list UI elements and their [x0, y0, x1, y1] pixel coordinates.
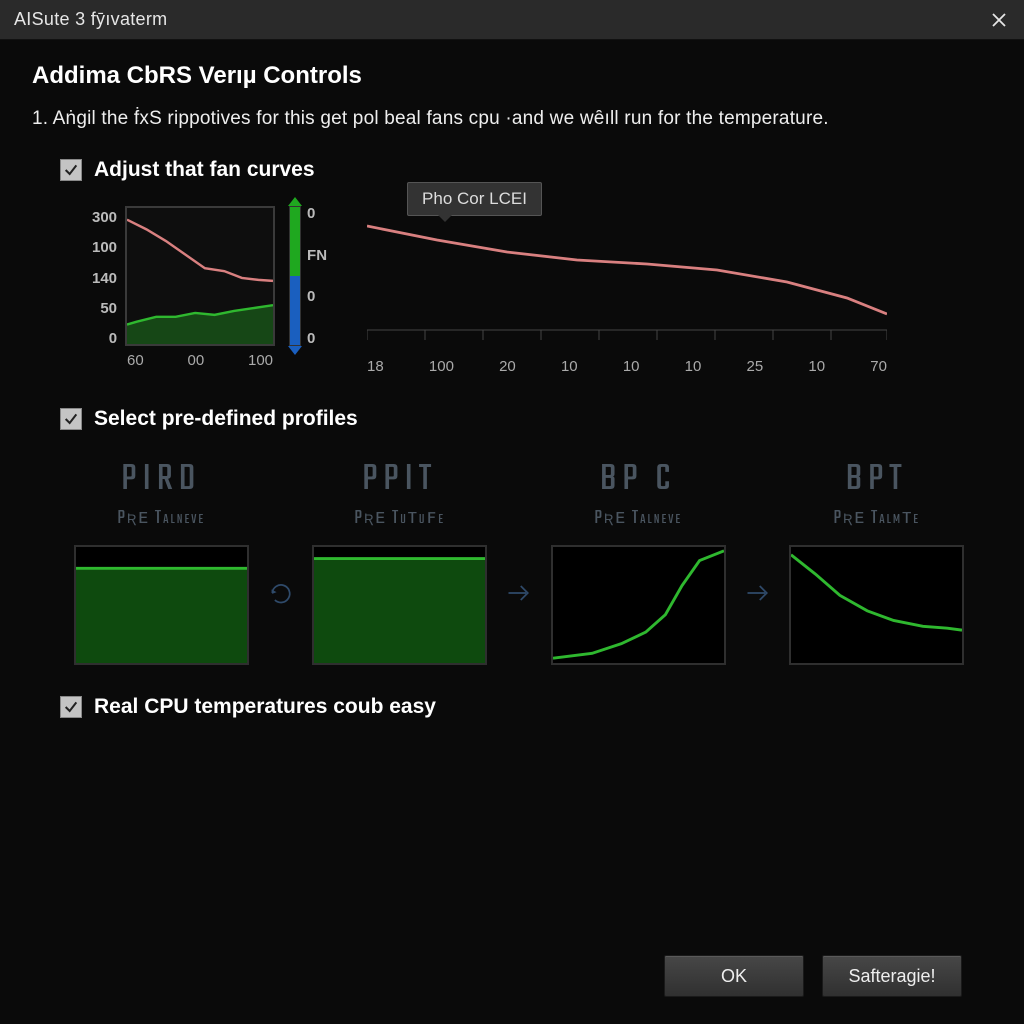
x-tick: 00: [188, 352, 205, 369]
profile-chart: [74, 545, 249, 665]
mini-x-axis: 60 00 100: [125, 352, 275, 369]
close-icon[interactable]: [988, 9, 1010, 31]
x-tick: 10: [685, 358, 702, 375]
x-tick: 70: [870, 358, 887, 375]
instruction-text: 1. Aṅgil the ḟxS rippotives for this get…: [32, 108, 992, 130]
mini-fan-curve-chart[interactable]: [125, 206, 275, 346]
profiles-checkbox[interactable]: [60, 408, 82, 430]
arrow-right-icon[interactable]: [505, 533, 533, 653]
profile-subtitle: Pʀᴇ Tuᴛuꜰe: [354, 504, 445, 533]
realtime-row: Real CPU temperatures coub easy: [60, 695, 992, 719]
profile-list: PIRD Pʀᴇ Talneve PPIT Pʀᴇ Tuᴛuꜰe: [70, 451, 968, 665]
x-tick: 20: [499, 358, 516, 375]
profile-bpc[interactable]: BP C Pʀᴇ Talneve: [547, 451, 730, 665]
content-area: Addima CbRS Verıµ Controls 1. Aṅgil the …: [0, 40, 1024, 1024]
x-tick: 100: [429, 358, 454, 375]
scale-tick: 0: [307, 289, 327, 304]
profiles-label: Select pre-defined profiles: [94, 407, 358, 431]
x-tick: 10: [561, 358, 578, 375]
big-chart-group: Pho Cor LCEI 1: [367, 182, 992, 375]
y-tick: 140: [92, 271, 117, 286]
scale-labels: 0 FN 0 0: [307, 206, 327, 346]
cancel-button[interactable]: Safteragie!: [822, 955, 962, 997]
adjust-fan-curves-label: Adjust that fan curves: [94, 158, 315, 182]
profiles-row: Select pre-defined profiles: [60, 407, 992, 431]
profile-bpt[interactable]: BPT Pʀᴇ Talmᴛe: [786, 451, 969, 665]
profile-pird[interactable]: PIRD Pʀᴇ Talneve: [70, 451, 253, 665]
y-tick: 50: [92, 301, 117, 316]
chart-tooltip: Pho Cor LCEI: [407, 182, 542, 216]
realtime-label: Real CPU temperatures coub easy: [94, 695, 436, 719]
window-title: AISute 3 fȳıvaterm: [14, 9, 167, 30]
fan-curve-charts-row: 300 100 140 50 0 60: [92, 206, 992, 375]
profile-subtitle: Pʀᴇ Talneve: [594, 504, 682, 533]
x-tick: 100: [248, 352, 273, 369]
mini-chart-group: 300 100 140 50 0 60: [92, 206, 327, 369]
profile-chart: [312, 545, 487, 665]
scale-slider[interactable]: [289, 206, 301, 346]
x-tick: 25: [747, 358, 764, 375]
ok-button[interactable]: OK: [664, 955, 804, 997]
scale-tick: 0: [307, 206, 327, 221]
big-x-axis: 18 100 20 10 10 10 25 10 70: [367, 358, 887, 375]
x-tick: 60: [127, 352, 144, 369]
dialog-footer: OK Safteragie!: [32, 946, 992, 1024]
adjust-fan-curves-checkbox[interactable]: [60, 159, 82, 181]
profile-title: PIRD: [121, 451, 201, 508]
y-tick: 300: [92, 210, 117, 225]
x-tick: 10: [808, 358, 825, 375]
right-scale: 0 FN 0 0: [289, 206, 327, 346]
profile-subtitle: Pʀᴇ Talneve: [117, 504, 205, 533]
arrow-right-icon[interactable]: [744, 533, 772, 653]
profile-title: BPT: [846, 451, 908, 508]
app-window: AISute 3 fȳıvaterm Addima CbRS Verıµ Con…: [0, 0, 1024, 1024]
adjust-fan-curves-row: Adjust that fan curves: [60, 158, 992, 182]
profile-title: PPIT: [362, 451, 437, 508]
mini-y-axis: 300 100 140 50 0: [92, 206, 117, 346]
profile-ppit[interactable]: PPIT Pʀᴇ Tuᴛuꜰe: [309, 451, 492, 665]
x-tick: 10: [623, 358, 640, 375]
realtime-checkbox[interactable]: [60, 696, 82, 718]
cycle-icon[interactable]: [267, 533, 295, 653]
profile-chart: [551, 545, 726, 665]
y-tick: 0: [92, 331, 117, 346]
scale-tick: 0: [307, 331, 327, 346]
scale-tick: FN: [307, 248, 327, 263]
titlebar: AISute 3 fȳıvaterm: [0, 0, 1024, 40]
profile-subtitle: Pʀᴇ Talmᴛe: [833, 504, 920, 533]
y-tick: 100: [92, 240, 117, 255]
profile-title: BP C: [600, 451, 676, 508]
mini-chart-col: 60 00 100: [125, 206, 275, 369]
profile-chart: [789, 545, 964, 665]
x-tick: 18: [367, 358, 384, 375]
main-fan-curve-chart[interactable]: [367, 220, 887, 352]
page-heading: Addima CbRS Verıµ Controls: [32, 62, 992, 90]
